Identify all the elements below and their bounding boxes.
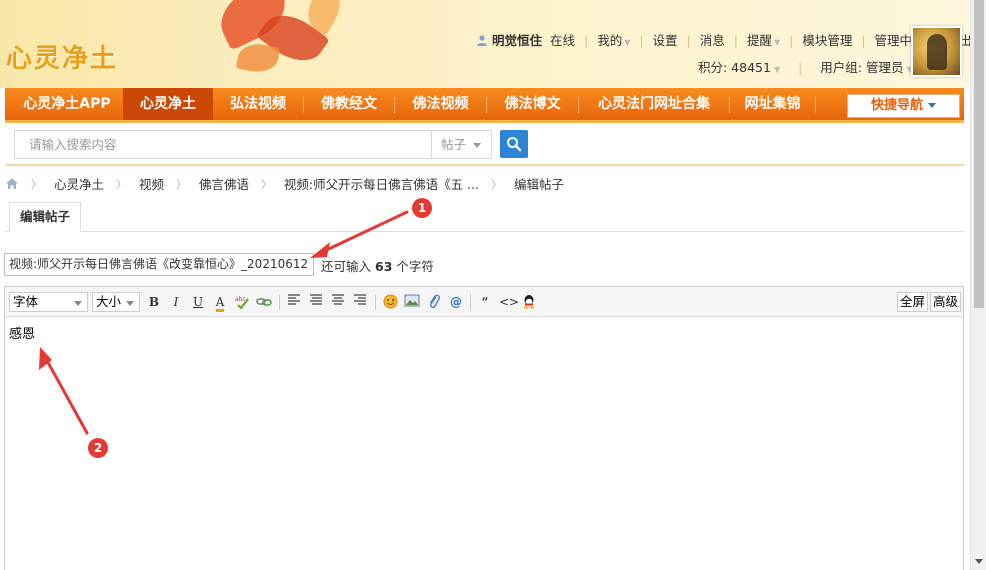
annotation-badge-1: 1	[412, 198, 432, 218]
scrollbar-thumb[interactable]	[974, 0, 984, 308]
annotation-arrow-2	[39, 347, 89, 435]
annotation-badge-2: 2	[88, 438, 108, 458]
scroll-down-icon[interactable]	[975, 559, 983, 564]
annotation-arrows	[39, 210, 409, 435]
annotation-arrow-1	[310, 210, 409, 258]
page-scrollbar[interactable]	[970, 0, 986, 570]
